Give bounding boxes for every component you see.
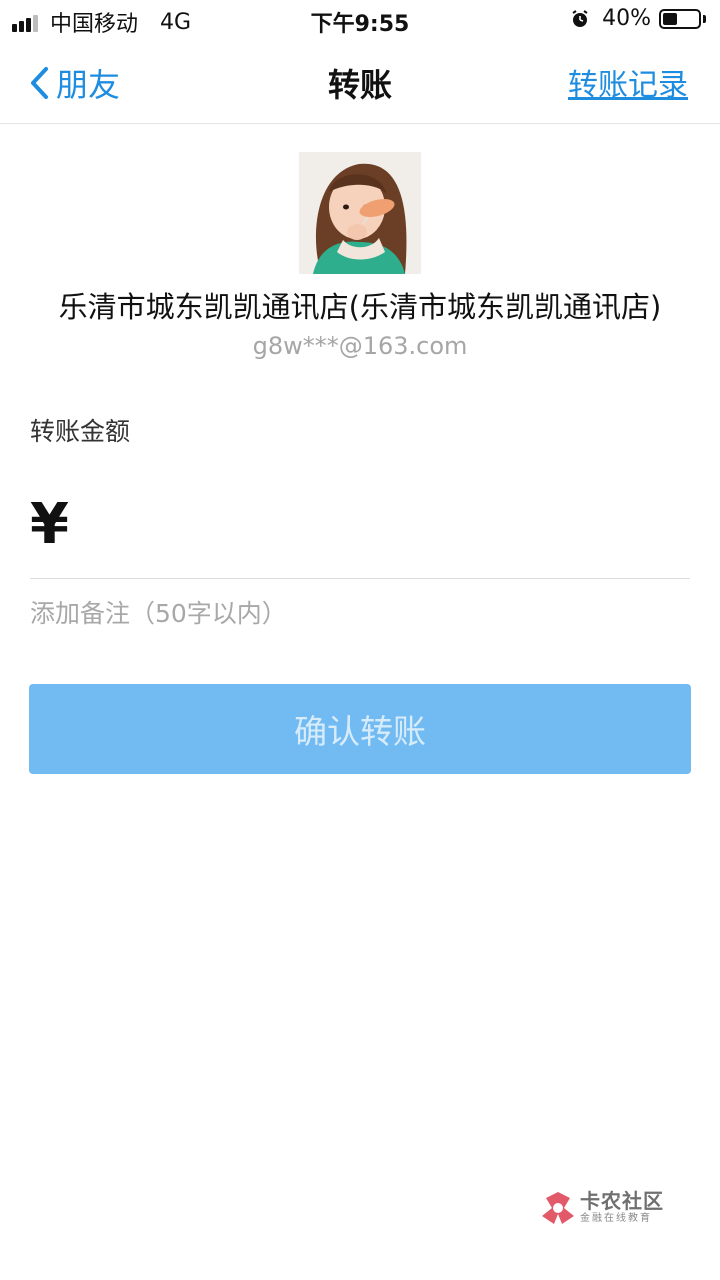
watermark-title: 卡农社区 — [580, 1189, 664, 1213]
watermark-subtitle: 金融在线教育 — [580, 1213, 652, 1224]
confirm-transfer-button[interactable]: 确认转账 — [29, 684, 691, 774]
watermark: 卡农社区 金融在线教育 — [540, 1190, 664, 1226]
battery-level — [663, 12, 677, 25]
battery-icon — [659, 8, 701, 29]
add-note-input[interactable]: 添加备注（50字以内） — [30, 594, 690, 634]
amount-label: 转账金额 — [30, 417, 131, 446]
currency-symbol: ¥ — [30, 492, 69, 557]
nav-bar: 朋友 转账 转账记录 — [0, 40, 720, 124]
avatar — [299, 152, 421, 274]
alarm-icon — [572, 9, 588, 27]
battery-percent: 40% — [602, 6, 651, 31]
battery-tip — [703, 14, 706, 23]
recipient-account: g8w***@163.com — [252, 332, 468, 360]
status-bar: 中国移动 4G 下午9:55 40% — [0, 0, 720, 40]
kanong-logo-icon — [542, 1192, 574, 1224]
transfer-records-link[interactable]: 转账记录 — [568, 60, 688, 104]
recipient-name: 乐清市城东凯凯通讯店(乐清市城东凯凯通讯店) — [58, 290, 662, 324]
status-right: 40% — [570, 6, 706, 31]
watermark-text: 卡农社区 金融在线教育 — [580, 1190, 664, 1226]
amount-field: ¥ — [30, 490, 690, 579]
amount-input[interactable] — [100, 496, 684, 562]
avatar-image — [299, 152, 421, 274]
